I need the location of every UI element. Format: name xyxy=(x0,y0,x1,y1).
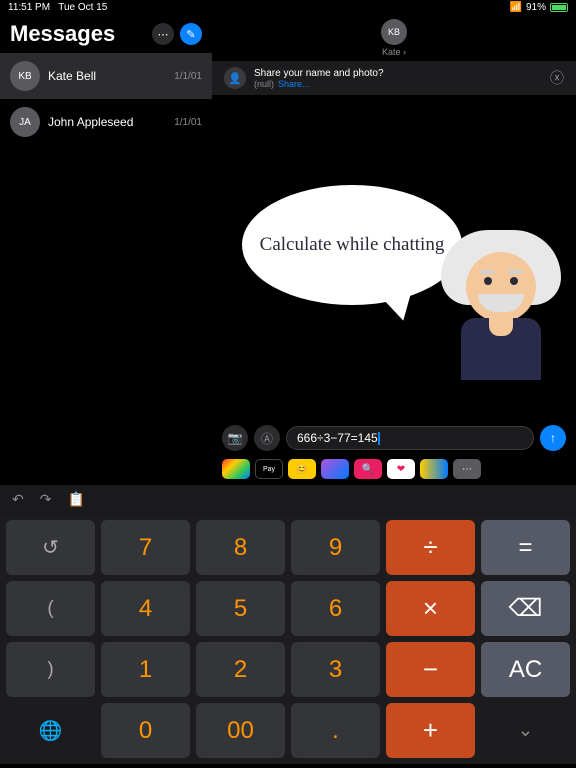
avatar: JA xyxy=(10,107,40,137)
chat-avatar: KB xyxy=(381,19,407,45)
key-0[interactable]: 0 xyxy=(101,703,190,758)
calculator-keyboard: ↺789÷=(456×⌫)123−AC🌐000.+⌄ xyxy=(0,514,576,764)
share-banner: 👤 Share your name and photo? (null)Share… xyxy=(212,61,576,95)
chat-header[interactable]: KB Kate › xyxy=(212,15,576,61)
redo-button[interactable]: ↷ xyxy=(40,491,52,508)
key-6[interactable]: 6 xyxy=(291,581,380,636)
share-link[interactable]: Share... xyxy=(278,79,310,89)
key-÷[interactable]: ÷ xyxy=(386,520,475,575)
key-×[interactable]: × xyxy=(386,581,475,636)
key-↺[interactable]: ↺ xyxy=(6,520,95,575)
more-apps[interactable]: ⋯ xyxy=(453,459,481,479)
compose-button[interactable]: ✎ xyxy=(180,23,202,45)
key-AC[interactable]: AC xyxy=(481,642,570,697)
key-)[interactable]: ) xyxy=(6,642,95,697)
messages-title: Messages xyxy=(10,21,115,47)
paste-button[interactable]: 📋 xyxy=(67,491,84,508)
conversation-item[interactable]: JAJohn Appleseed1/1/01 xyxy=(0,99,212,145)
app-5[interactable]: 🔍 xyxy=(354,459,382,479)
app-3[interactable]: 😊 xyxy=(288,459,316,479)
key-00[interactable]: 00 xyxy=(196,703,285,758)
conversation-item[interactable]: KBKate Bell1/1/01 xyxy=(0,53,212,99)
close-banner[interactable]: ⓧ xyxy=(550,68,564,88)
key-7[interactable]: 7 xyxy=(101,520,190,575)
chat-content: KB Kate › 👤 Share your name and photo? (… xyxy=(212,15,576,485)
sidebar: Messages ⋯ ✎ KBKate Bell1/1/01JAJohn App… xyxy=(0,15,212,485)
key-3[interactable]: 3 xyxy=(291,642,380,697)
app-6[interactable]: ❤ xyxy=(387,459,415,479)
app-strip: Pay 😊 🔍 ❤ ⋯ xyxy=(212,456,576,485)
photos-app[interactable] xyxy=(222,459,250,479)
einstein-character xyxy=(436,230,566,380)
status-bar: 11:51 PM Tue Oct 15 📶91% xyxy=(0,0,576,15)
key-9[interactable]: 9 xyxy=(291,520,380,575)
key-🌐[interactable]: 🌐 xyxy=(6,703,95,758)
message-input[interactable]: 666÷3−77=145 xyxy=(286,426,534,450)
key-2[interactable]: 2 xyxy=(196,642,285,697)
profile-icon: 👤 xyxy=(224,67,246,89)
key-4[interactable]: 4 xyxy=(101,581,190,636)
key-([interactable]: ( xyxy=(6,581,95,636)
battery-icon xyxy=(550,3,568,12)
speech-bubble: Calculate while chatting xyxy=(242,185,462,305)
appstore-button[interactable]: Ⓐ xyxy=(254,425,280,451)
key-⌄[interactable]: ⌄ xyxy=(481,703,570,758)
camera-button[interactable]: 📷 xyxy=(222,425,248,451)
key-8[interactable]: 8 xyxy=(196,520,285,575)
key-.[interactable]: . xyxy=(291,703,380,758)
undo-button[interactable]: ↶ xyxy=(12,491,24,508)
key-5[interactable]: 5 xyxy=(196,581,285,636)
app-7[interactable] xyxy=(420,459,448,479)
avatar: KB xyxy=(10,61,40,91)
key-1[interactable]: 1 xyxy=(101,642,190,697)
key-−[interactable]: − xyxy=(386,642,475,697)
more-button[interactable]: ⋯ xyxy=(152,23,174,45)
app-4[interactable] xyxy=(321,459,349,479)
keyboard-toolbar: ↶ ↷ 📋 xyxy=(0,485,576,514)
key-⌫[interactable]: ⌫ xyxy=(481,581,570,636)
key-+[interactable]: + xyxy=(386,703,475,758)
send-button[interactable]: ↑ xyxy=(540,425,566,451)
apple-pay-app[interactable]: Pay xyxy=(255,459,283,479)
key-=[interactable]: = xyxy=(481,520,570,575)
